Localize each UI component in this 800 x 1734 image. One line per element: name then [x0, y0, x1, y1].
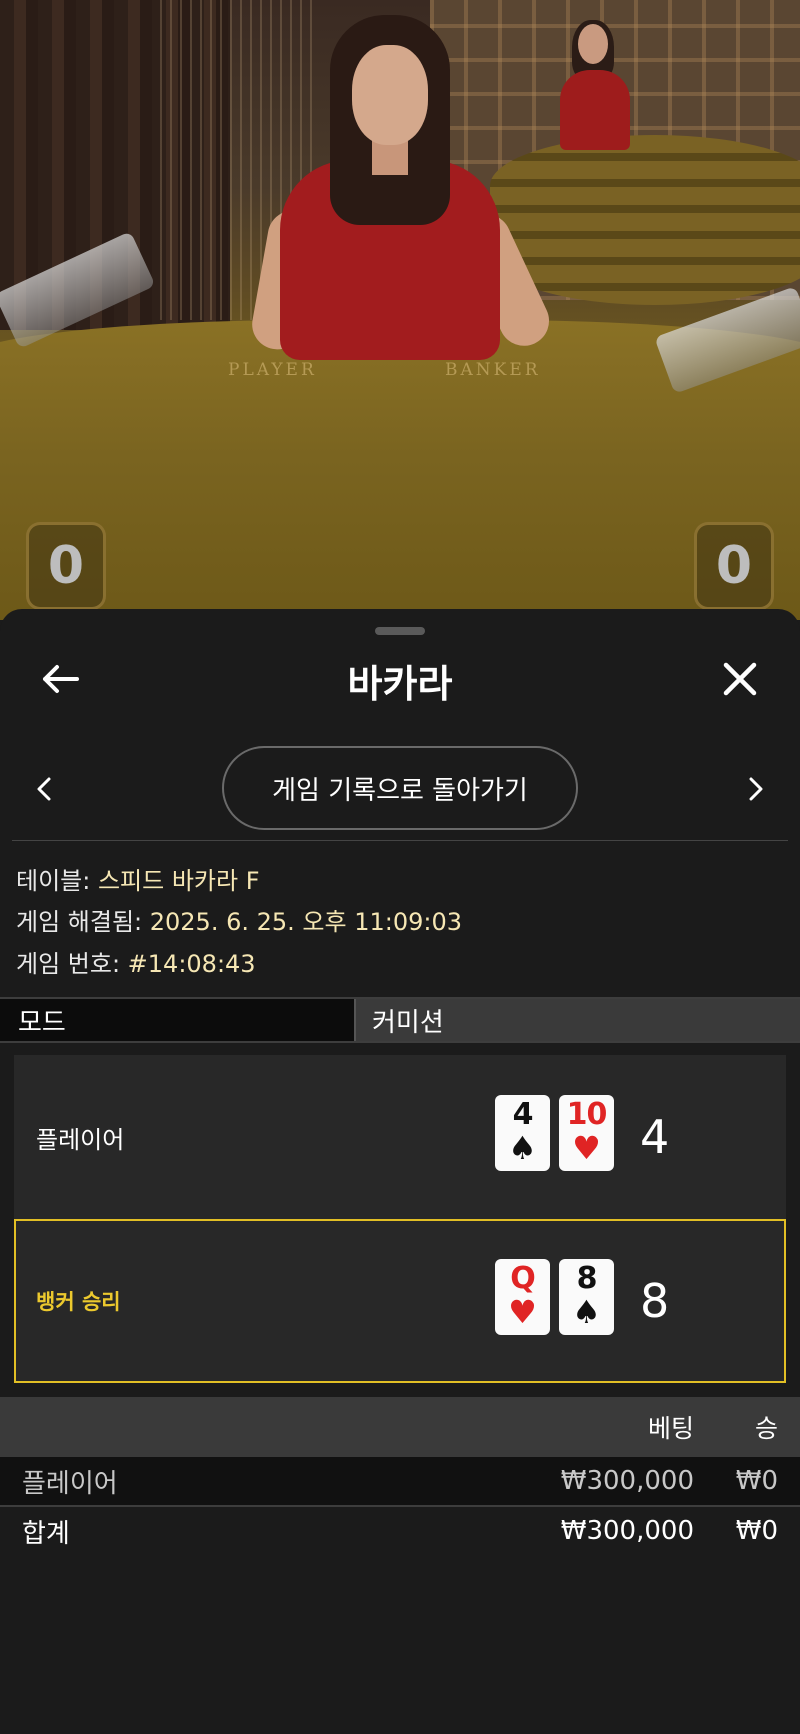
- player-card-2: 10 ♥: [559, 1095, 614, 1171]
- column-header-bet: 베팅: [647, 1414, 694, 1443]
- column-header-win: 승: [754, 1414, 778, 1443]
- background-dealer: [560, 20, 630, 150]
- round-info-label: 게임 번호:: [16, 950, 128, 978]
- dealer: [248, 10, 558, 370]
- card-rank: 8: [576, 1261, 598, 1296]
- round-info: 게임 번호: #14:08:43: [16, 944, 256, 979]
- banker-win-label: 뱅커 승리: [36, 1290, 121, 1314]
- felt-label-banker: BANKER: [445, 360, 541, 380]
- table-info: 테이블: 스피드 바카라 F: [16, 861, 260, 896]
- bet-amount: ₩300,000: [560, 1466, 694, 1496]
- total-bet-amount: ₩300,000: [560, 1516, 694, 1546]
- resolved-info-value: 2025. 6. 25. 오후 11:09:03: [149, 908, 462, 936]
- back-to-history-button[interactable]: 게임 기록으로 돌아가기: [222, 746, 578, 830]
- total-row: 합계 ₩300,000 ₩0: [0, 1507, 800, 1555]
- bet-name: 플레이어: [22, 1468, 118, 1499]
- sheet-title: 바카라: [347, 662, 453, 706]
- banker-score-display: 0: [694, 522, 774, 610]
- heart-icon: ♥: [572, 1129, 601, 1167]
- mode-tabs: 모드 커미션: [0, 997, 800, 1043]
- divider: [12, 840, 788, 841]
- table-row: 플레이어 ₩300,000 ₩0: [0, 1457, 800, 1505]
- total-win-amount: ₩0: [735, 1516, 778, 1546]
- win-amount: ₩0: [735, 1466, 778, 1496]
- heart-icon: ♥: [508, 1293, 537, 1331]
- sheet-drag-handle[interactable]: [375, 627, 425, 635]
- next-game-button[interactable]: [736, 764, 776, 814]
- round-info-value: #14:08:43: [127, 950, 256, 978]
- player-hand: 플레이어 4 ♠ 10 ♥ 4: [14, 1055, 786, 1219]
- table-info-value: 스피드 바카라 F: [97, 867, 260, 895]
- player-score-display: 0: [26, 522, 106, 610]
- felt-label-player: PLAYER: [228, 360, 317, 380]
- card-rank: 4: [512, 1097, 534, 1132]
- resolved-info-label: 게임 해결됨:: [16, 908, 150, 936]
- chevron-left-icon: [37, 777, 51, 801]
- resolved-info: 게임 해결됨: 2025. 6. 25. 오후 11:09:03: [16, 902, 462, 937]
- background-table: [490, 135, 800, 305]
- total-label: 합계: [22, 1518, 70, 1549]
- previous-game-button[interactable]: [24, 764, 64, 814]
- banker-hand-total: 8: [640, 1274, 670, 1328]
- banker-hand: 뱅커 승리 Q ♥ 8 ♠ 8: [14, 1219, 786, 1383]
- player-hand-label: 플레이어: [36, 1125, 125, 1154]
- chevron-right-icon: [749, 777, 763, 801]
- tab-commission[interactable]: 커미션: [356, 999, 800, 1041]
- close-button[interactable]: [710, 649, 770, 709]
- game-history-sheet: 바카라 게임 기록으로 돌아가기 테이블: 스피드 바카라 F 게임 해결됨: …: [0, 609, 800, 1734]
- banker-card-1: Q ♥: [495, 1259, 550, 1335]
- card-rank: 10: [566, 1097, 608, 1132]
- spade-icon: ♠: [572, 1293, 601, 1331]
- tab-mode[interactable]: 모드: [0, 999, 356, 1041]
- close-icon: [723, 662, 757, 696]
- live-video-stream: PLAYER BANKER 0 0: [0, 0, 800, 620]
- bets-table-header: 베팅 승: [0, 1397, 800, 1457]
- player-hand-total: 4: [640, 1110, 670, 1164]
- player-card-1: 4 ♠: [495, 1095, 550, 1171]
- spade-icon: ♠: [508, 1129, 537, 1167]
- table-info-label: 테이블:: [16, 867, 98, 895]
- banker-card-2: 8 ♠: [559, 1259, 614, 1335]
- card-rank: Q: [510, 1261, 535, 1296]
